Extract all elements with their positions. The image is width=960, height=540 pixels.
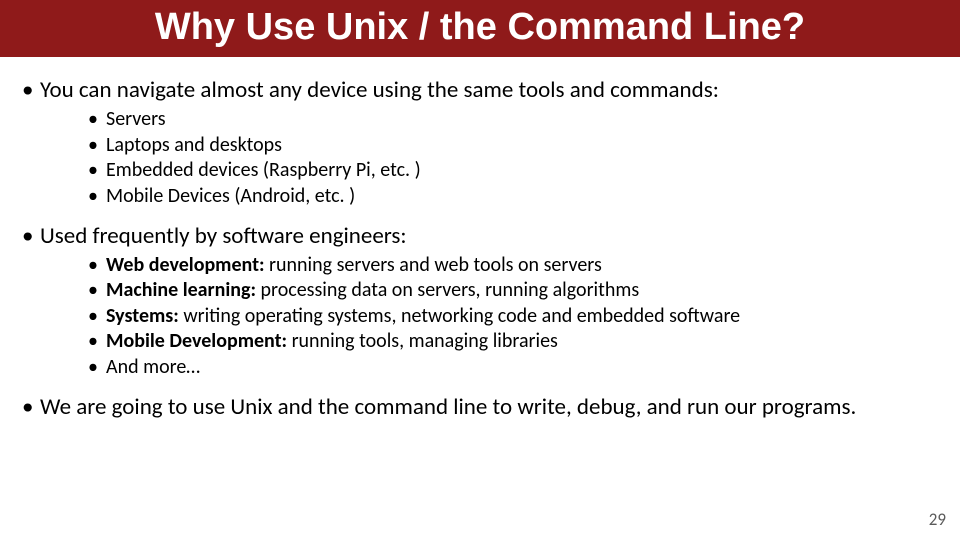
- bullet-3-text: We are going to use Unix and the command…: [40, 393, 856, 421]
- list-item: Systems: writing operating systems, netw…: [88, 305, 942, 329]
- list-item: Embedded devices (Raspberry Pi, etc. ): [88, 159, 942, 183]
- list-item: And more…: [88, 356, 942, 380]
- title-bar: Why Use Unix / the Command Line?: [0, 0, 960, 57]
- list-item: Laptops and desktops: [88, 134, 942, 158]
- sub-rest: processing data on servers, running algo…: [256, 278, 639, 302]
- sub-bold: Web development:: [106, 253, 265, 277]
- bullet-2: Used frequently by software engineers: W…: [18, 223, 942, 380]
- list-item: Servers: [88, 108, 942, 132]
- bullet-1-text: You can navigate almost any device using…: [40, 76, 719, 104]
- bullet-2-sublist: Web development: running servers and web…: [40, 254, 942, 380]
- bullet-3: We are going to use Unix and the command…: [18, 394, 942, 421]
- slide-body: You can navigate almost any device using…: [0, 57, 960, 421]
- sub-rest: writing operating systems, networking co…: [179, 304, 740, 328]
- sub-bold: Mobile Development:: [106, 329, 287, 353]
- page-number: 29: [929, 509, 946, 530]
- sub-bold: Systems:: [106, 304, 179, 328]
- sub-rest: running tools, managing libraries: [287, 329, 558, 353]
- bullet-2-text: Used frequently by software engineers:: [40, 222, 407, 250]
- list-item: Machine learning: processing data on ser…: [88, 279, 942, 303]
- slide-title: Why Use Unix / the Command Line?: [0, 6, 960, 49]
- bullet-1-sublist: Servers Laptops and desktops Embedded de…: [40, 108, 942, 208]
- bullet-list: You can navigate almost any device using…: [18, 77, 942, 421]
- sub-bold: Machine learning:: [106, 278, 256, 302]
- list-item: Mobile Development: running tools, manag…: [88, 330, 942, 354]
- sub-rest: running servers and web tools on servers: [265, 253, 602, 277]
- bullet-1: You can navigate almost any device using…: [18, 77, 942, 209]
- list-item: Mobile Devices (Android, etc. ): [88, 185, 942, 209]
- list-item: Web development: running servers and web…: [88, 254, 942, 278]
